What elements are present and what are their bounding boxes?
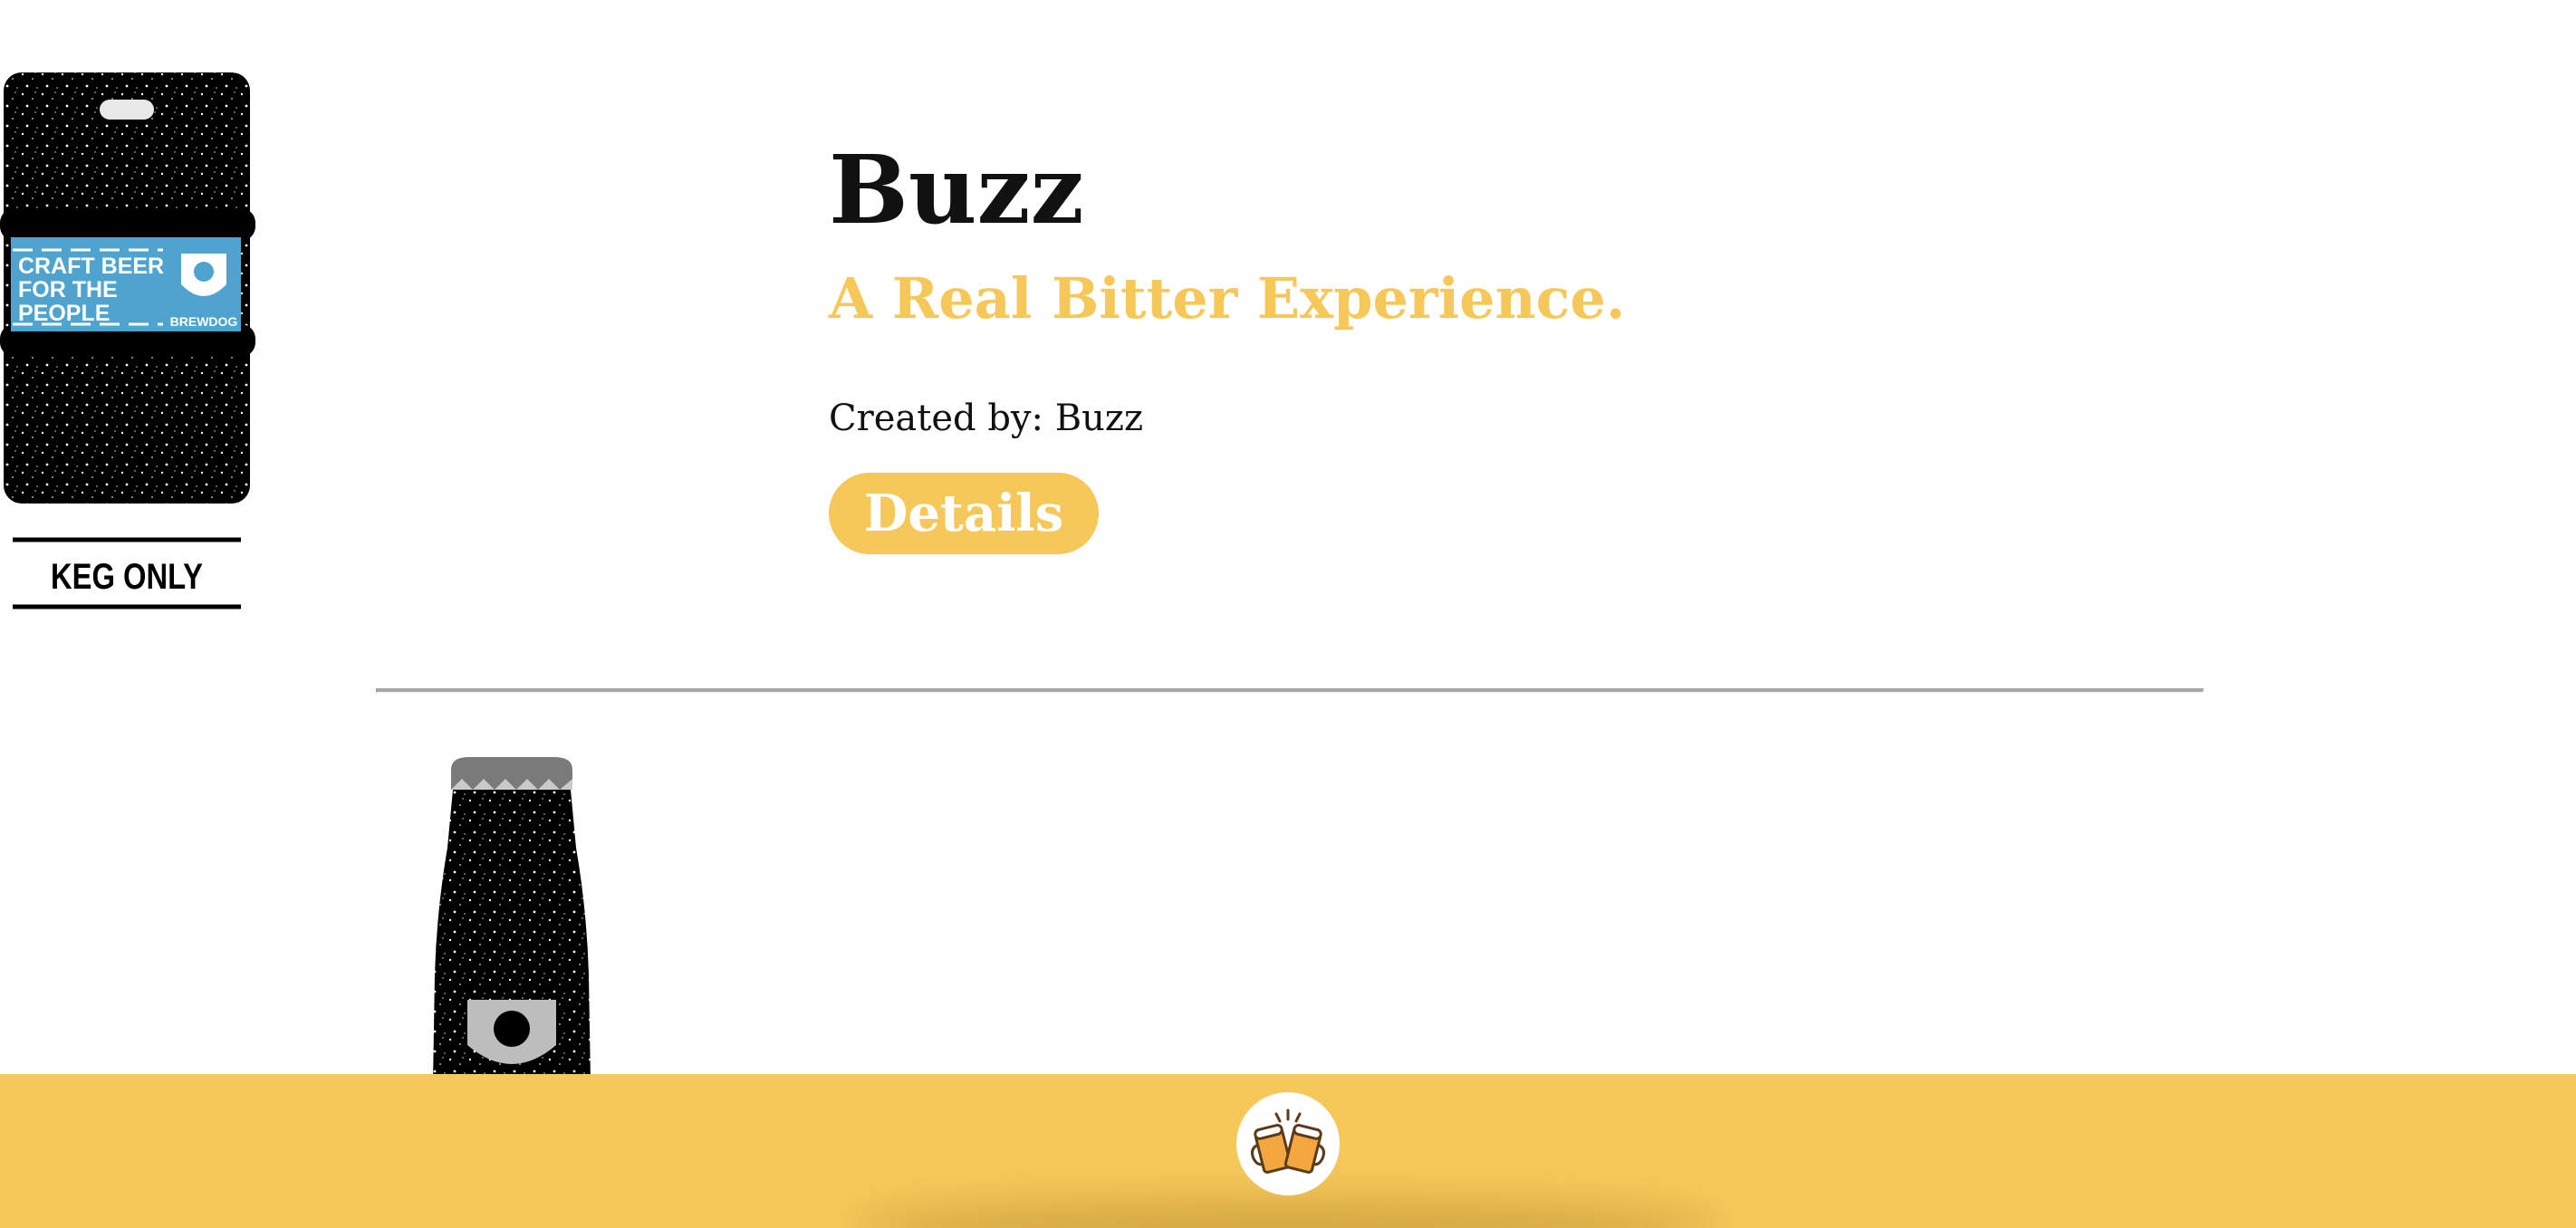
keg-only-badge: KEG ONLY — [51, 557, 203, 597]
footer-shadow — [851, 1201, 1721, 1228]
beer-tagline: A Real Bitter Experience. — [829, 265, 1626, 331]
keg-label-brand: BREWDOG — [170, 314, 238, 329]
beer-list-page: CRAFT BEER FOR THE PEOPLE BREWDOG KEG ON… — [0, 0, 2576, 1228]
beer-creator: Created by: Buzz — [829, 398, 1144, 439]
keg-label-line-1: CRAFT BEER — [18, 254, 164, 279]
cheers-beer-mugs-icon — [1251, 1108, 1325, 1174]
keg-image: CRAFT BEER FOR THE PEOPLE BREWDOG KEG ON… — [0, 72, 255, 609]
home-button[interactable] — [1236, 1092, 1340, 1195]
keg-label-line-3: PEOPLE — [18, 301, 110, 326]
bottle-image — [433, 757, 591, 1083]
card-divider — [376, 688, 2204, 693]
bottle-logo-icon — [467, 1000, 556, 1064]
footer-bar — [0, 1074, 2576, 1228]
beer-name: Buzz — [829, 134, 1084, 245]
brewdog-logo-icon — [181, 254, 226, 296]
keg-label-line-2: FOR THE — [18, 277, 118, 302]
details-button[interactable]: Details — [829, 473, 1099, 554]
